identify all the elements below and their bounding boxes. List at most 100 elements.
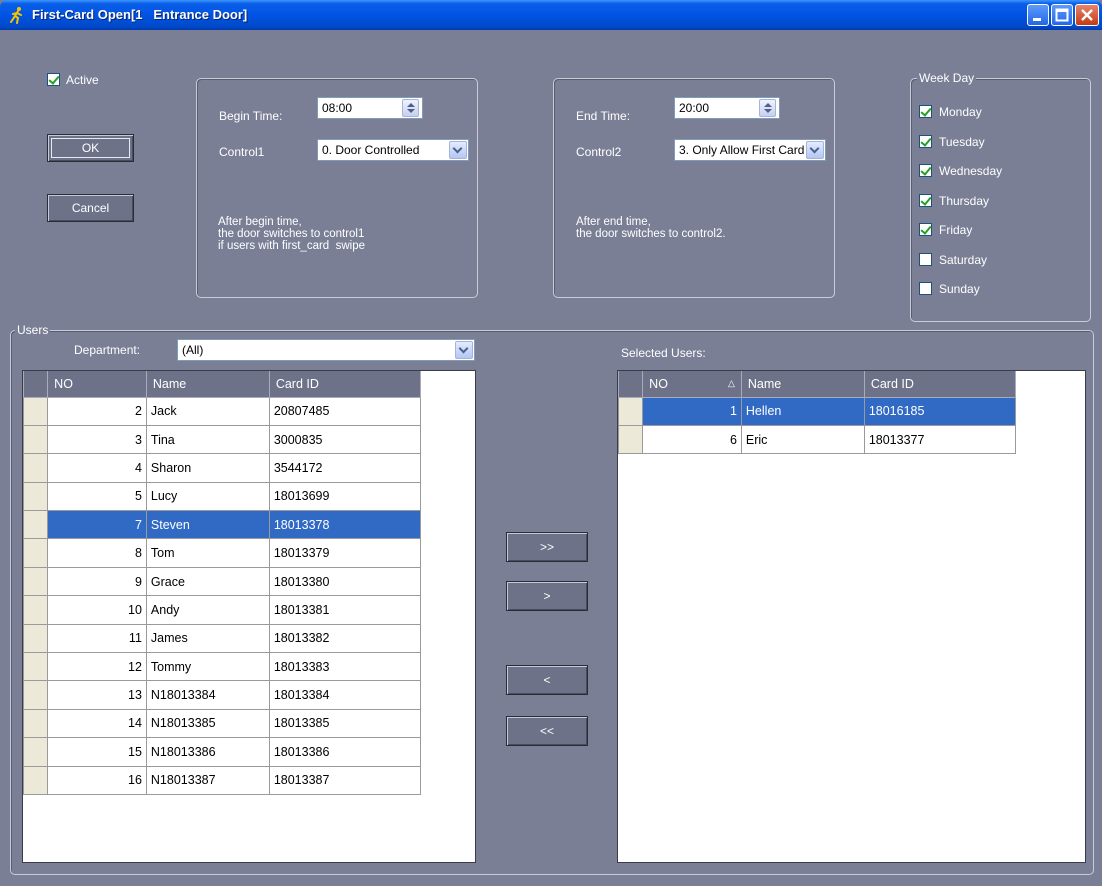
add-all-button[interactable]: >> [506, 532, 588, 562]
row-indicator[interactable] [617, 424, 644, 455]
cell-no[interactable]: 10 [47, 595, 147, 625]
minimize-button[interactable] [1027, 4, 1049, 26]
cell-card-id[interactable]: 18013387 [268, 765, 422, 795]
table-row[interactable]: 7 Steven 18013378 [22, 510, 422, 540]
row-indicator[interactable] [22, 424, 49, 455]
cell-name[interactable]: Tina [145, 424, 270, 455]
chevron-down-icon[interactable] [449, 141, 467, 159]
cell-card-id[interactable]: 20807485 [268, 396, 422, 426]
cell-card-id[interactable]: 18013377 [863, 424, 1017, 455]
chevron-down-icon[interactable] [806, 141, 824, 159]
cell-no[interactable]: 3 [47, 424, 147, 455]
cell-no[interactable]: 1 [642, 396, 742, 426]
cell-no[interactable]: 13 [47, 680, 147, 710]
cell-no[interactable]: 8 [47, 538, 147, 568]
cell-card-id[interactable]: 18016185 [863, 396, 1017, 426]
column-header-no[interactable]: NO [47, 371, 147, 398]
cell-no[interactable]: 5 [47, 481, 147, 512]
cancel-button[interactable]: Cancel [47, 194, 134, 222]
cell-name[interactable]: Hellen [740, 396, 865, 426]
control1-select[interactable]: 0. Door Controlled [317, 139, 469, 161]
column-header-card-id[interactable]: Card ID [268, 371, 422, 398]
weekday-checkbox-sunday[interactable] [919, 282, 932, 295]
cell-name[interactable]: Sharon [145, 453, 270, 483]
weekday-checkbox-saturday[interactable] [919, 252, 932, 266]
row-indicator[interactable] [22, 623, 49, 654]
row-indicator[interactable] [22, 566, 49, 597]
table-row[interactable]: 5 Lucy 18013699 [22, 481, 422, 512]
cell-card-id[interactable]: 18013378 [268, 510, 422, 540]
ok-button[interactable]: OK [47, 134, 134, 162]
cell-no[interactable]: 16 [47, 765, 147, 795]
table-row[interactable]: 4 Sharon 3544172 [22, 453, 422, 483]
column-header-name[interactable]: Name [145, 371, 270, 398]
table-row[interactable]: 6 Eric 18013377 [617, 424, 1017, 455]
chevron-down-icon[interactable] [455, 341, 473, 359]
cell-card-id[interactable]: 18013385 [268, 708, 422, 739]
table-row[interactable]: 16 N18013387 18013387 [22, 765, 422, 795]
table-row[interactable]: 14 N18013385 18013385 [22, 708, 422, 739]
add-button[interactable]: > [506, 581, 588, 611]
table-row[interactable]: 11 James 18013382 [22, 623, 422, 654]
active-checkbox[interactable] [47, 73, 60, 86]
table-row[interactable]: 8 Tom 18013379 [22, 538, 422, 568]
table-row[interactable]: 9 Grace 18013380 [22, 566, 422, 597]
row-indicator[interactable] [22, 396, 49, 426]
row-indicator[interactable] [22, 453, 49, 483]
cell-name[interactable]: Tommy [145, 652, 270, 682]
cell-card-id[interactable]: 3000835 [268, 424, 422, 455]
cell-no[interactable]: 15 [47, 737, 147, 767]
cell-card-id[interactable]: 18013380 [268, 566, 422, 597]
weekday-checkbox-thursday[interactable] [919, 193, 932, 207]
row-indicator[interactable] [22, 708, 49, 739]
cell-no[interactable]: 12 [47, 652, 147, 682]
cell-name[interactable]: Andy [145, 595, 270, 625]
table-row[interactable]: 12 Tommy 18013383 [22, 652, 422, 682]
table-row[interactable]: 3 Tina 3000835 [22, 424, 422, 455]
selected-users-grid[interactable]: NO △ Name Card ID 1 Hellen 18016185 6 Eric 180… [617, 370, 1086, 863]
cell-no[interactable]: 4 [47, 453, 147, 483]
row-indicator[interactable] [22, 538, 49, 568]
cell-no[interactable]: 11 [47, 623, 147, 654]
cell-no[interactable]: 14 [47, 708, 147, 739]
cell-card-id[interactable]: 18013699 [268, 481, 422, 512]
cell-name[interactable]: Steven [145, 510, 270, 540]
cell-no[interactable]: 7 [47, 510, 147, 540]
cell-no[interactable]: 6 [642, 424, 742, 455]
weekday-checkbox-monday[interactable] [919, 105, 932, 118]
weekday-checkbox-friday[interactable] [919, 223, 932, 236]
cell-card-id[interactable]: 18013386 [268, 737, 422, 767]
maximize-button[interactable] [1051, 4, 1073, 26]
cell-name[interactable]: N18013384 [145, 680, 270, 710]
remove-button[interactable]: < [506, 665, 588, 695]
row-indicator[interactable] [22, 481, 49, 512]
cell-name[interactable]: N18013387 [145, 765, 270, 795]
table-row[interactable]: 10 Andy 18013381 [22, 595, 422, 625]
cell-name[interactable]: Grace [145, 566, 270, 597]
cell-name[interactable]: N18013385 [145, 708, 270, 739]
cell-no[interactable]: 9 [47, 566, 147, 597]
row-indicator[interactable] [22, 737, 49, 767]
users-grid[interactable]: NO Name Card ID 2 Jack 20807485 3 Tina 300083… [22, 370, 476, 863]
column-header-no[interactable]: NO △ [642, 371, 742, 398]
cell-no[interactable]: 2 [47, 396, 147, 426]
cell-card-id[interactable]: 18013384 [268, 680, 422, 710]
row-indicator[interactable] [22, 595, 49, 625]
cell-name[interactable]: Tom [145, 538, 270, 568]
department-select[interactable]: (All) [177, 339, 475, 361]
table-row[interactable]: 1 Hellen 18016185 [617, 396, 1017, 426]
cell-name[interactable]: N18013386 [145, 737, 270, 767]
cell-card-id[interactable]: 18013381 [268, 595, 422, 625]
table-row[interactable]: 2 Jack 20807485 [22, 396, 422, 426]
row-indicator[interactable] [22, 510, 49, 540]
column-header-name[interactable]: Name [740, 371, 865, 398]
cell-name[interactable]: Eric [740, 424, 865, 455]
cell-card-id[interactable]: 18013382 [268, 623, 422, 654]
table-row[interactable]: 13 N18013384 18013384 [22, 680, 422, 710]
weekday-checkbox-wednesday[interactable] [919, 164, 932, 177]
column-header-card-id[interactable]: Card ID [863, 371, 1017, 398]
cell-card-id[interactable]: 3544172 [268, 453, 422, 483]
table-row[interactable]: 15 N18013386 18013386 [22, 737, 422, 767]
row-indicator[interactable] [617, 396, 644, 426]
cell-card-id[interactable]: 18013383 [268, 652, 422, 682]
